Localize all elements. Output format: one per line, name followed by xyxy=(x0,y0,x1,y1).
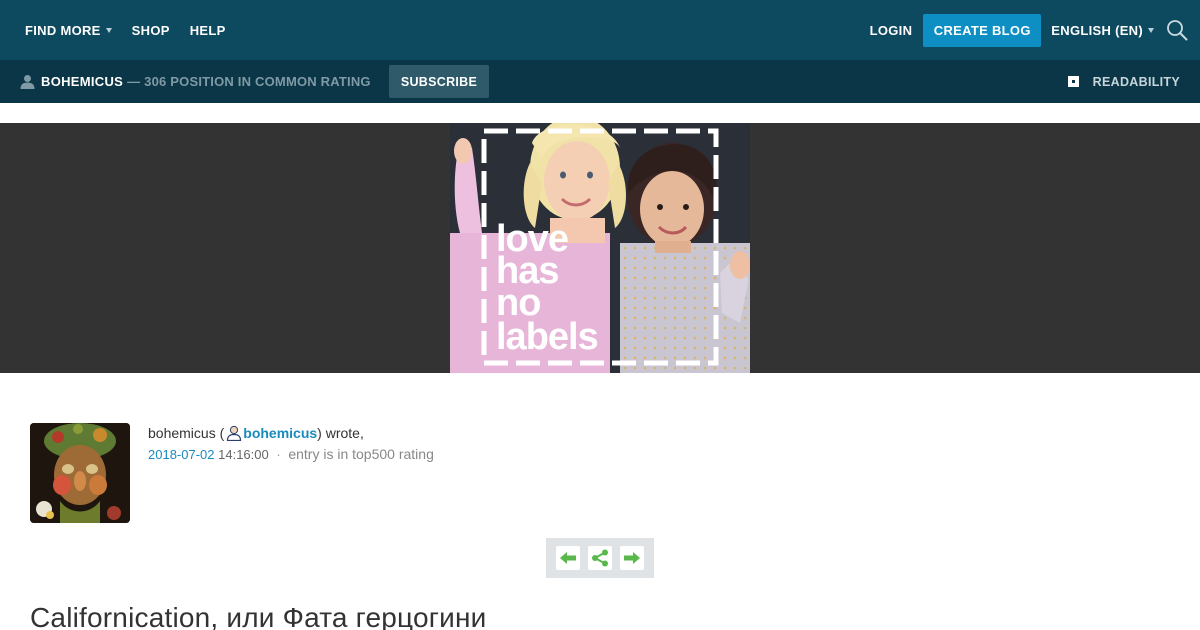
journal-rank: — 306 POSITION IN COMMON RATING xyxy=(127,74,371,89)
header-banner: love has no labels xyxy=(0,123,1200,373)
top-navigation: FIND MORE SHOP HELP LOGIN CREATE BLOG EN… xyxy=(0,0,1200,60)
help-label: HELP xyxy=(189,22,226,38)
shop-label: SHOP xyxy=(131,22,170,38)
banner-text-labels: labels xyxy=(496,316,598,358)
share-icon xyxy=(592,549,608,567)
entry-author-line: bohemicus ( bohemicus ) wrote, xyxy=(148,424,434,442)
journal-bar: BOHEMICUS — 306 POSITION IN COMMON RATIN… xyxy=(0,60,1200,103)
entry-controls xyxy=(546,538,654,578)
rating-note: entry is in top500 rating xyxy=(288,446,434,462)
entry-date-line: 2018-07-02 14:16:00 · entry is in top500… xyxy=(148,446,434,462)
language-label: ENGLISH (EN) xyxy=(1051,22,1143,38)
entry-date[interactable]: 2018-07-02 xyxy=(148,447,215,462)
find-more-menu[interactable]: FIND MORE xyxy=(25,23,112,38)
previous-entry-button[interactable] xyxy=(556,546,580,570)
wrote-text: ) wrote, xyxy=(317,425,364,441)
readability-label: READABILITY xyxy=(1092,74,1180,89)
next-entry-button[interactable] xyxy=(620,546,644,570)
author-link[interactable]: bohemicus xyxy=(243,425,317,441)
entry-meta: bohemicus ( bohemicus ) wrote, 2018-07-0… xyxy=(148,424,434,462)
caret-down-icon xyxy=(1148,27,1154,33)
find-more-label: FIND MORE xyxy=(25,22,101,38)
arrow-right-icon xyxy=(624,552,640,564)
avatar[interactable] xyxy=(30,423,130,523)
user-icon xyxy=(20,75,35,89)
share-button[interactable] xyxy=(588,546,612,570)
top-nav-right: LOGIN CREATE BLOG ENGLISH (EN) xyxy=(870,0,1188,60)
journal-username[interactable]: BOHEMICUS xyxy=(41,74,123,89)
separator-dot: · xyxy=(276,447,281,462)
journal-owner: BOHEMICUS — 306 POSITION IN COMMON RATIN… xyxy=(20,60,371,103)
readability-toggle[interactable]: READABILITY xyxy=(1067,60,1180,103)
caret-down-icon xyxy=(105,27,112,33)
author-text: bohemicus ( xyxy=(148,425,225,441)
arrow-left-icon xyxy=(560,552,576,564)
language-selector[interactable]: ENGLISH (EN) xyxy=(1051,23,1154,38)
readability-checkbox[interactable] xyxy=(1067,76,1079,87)
shop-link[interactable]: SHOP xyxy=(132,23,170,38)
entry-title: Californication, или Фата герцогини xyxy=(30,602,487,630)
avatar-image xyxy=(30,423,130,523)
top-nav-left: FIND MORE SHOP HELP xyxy=(25,0,246,60)
user-profile-icon[interactable] xyxy=(226,425,242,441)
subscribe-button[interactable]: SUBSCRIBE xyxy=(389,65,489,98)
help-link[interactable]: HELP xyxy=(190,23,226,38)
entry-time: 14:16:00 xyxy=(218,447,269,462)
banner-image: love has no labels xyxy=(450,123,750,373)
login-link[interactable]: LOGIN xyxy=(870,23,913,38)
search-icon[interactable] xyxy=(1166,19,1188,41)
create-blog-button[interactable]: CREATE BLOG xyxy=(923,13,1042,47)
banner-photo: love has no labels xyxy=(450,123,750,373)
